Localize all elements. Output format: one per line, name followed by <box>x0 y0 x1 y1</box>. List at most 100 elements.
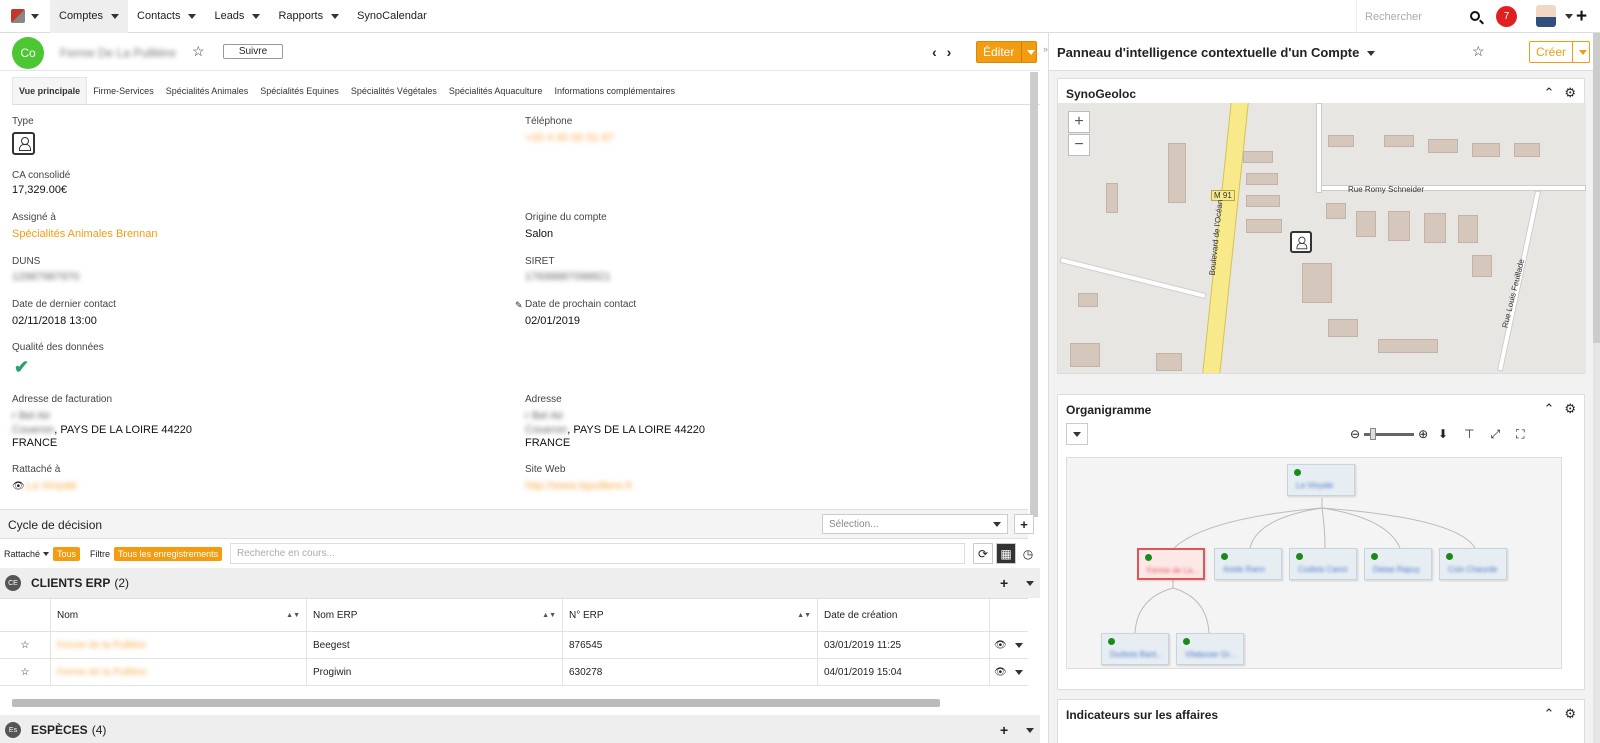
gear-icon[interactable]: ⚙ <box>1564 706 1576 722</box>
download-icon[interactable]: ⬇ <box>1438 427 1448 442</box>
grid-view-icon[interactable]: ▦ <box>996 543 1016 564</box>
eye-icon[interactable]: 👁 <box>994 667 1007 678</box>
zoom-out-button[interactable]: − <box>1068 134 1090 156</box>
col-nom-erp[interactable]: Nom ERP ▲▼ <box>306 599 562 631</box>
global-search-input[interactable]: Rechercher <box>1356 0 1482 33</box>
attached-value[interactable]: La Vinyale <box>26 480 77 492</box>
chevron-down-icon[interactable] <box>1027 49 1036 55</box>
nav-comptes[interactable]: Comptes <box>50 0 129 33</box>
add-icon[interactable]: + <box>1000 722 1008 738</box>
chevron-down-icon[interactable] <box>1579 49 1588 55</box>
previous-icon[interactable]: ‹ <box>932 44 947 60</box>
cell-nom[interactable]: Ferme de la Pullière <box>50 659 306 685</box>
app-logo-menu[interactable] <box>0 0 50 33</box>
org-node[interactable]: Durbois Bant... <box>1101 633 1169 665</box>
collapse-icon[interactable]: ⌃ <box>1543 85 1554 101</box>
create-button[interactable]: Créer <box>1529 41 1590 63</box>
favorite-star-icon[interactable]: ☆ <box>0 659 50 685</box>
refresh-icon[interactable]: ⟳ <box>973 543 993 564</box>
scrollbar[interactable] <box>1030 72 1038 517</box>
horizontal-scrollbar[interactable] <box>12 699 940 707</box>
col-date-creation[interactable]: Date de création <box>817 599 989 631</box>
eye-icon[interactable]: 👁 <box>12 481 25 492</box>
nav-leads[interactable]: Leads <box>205 0 269 33</box>
add-icon[interactable]: + <box>1576 6 1587 28</box>
col-n-erp[interactable]: N° ERP ▲▼ <box>562 599 817 631</box>
add-button[interactable]: + <box>1014 514 1034 534</box>
fit-icon[interactable]: ⤢ <box>1491 427 1501 442</box>
col-nom[interactable]: Nom ▲▼ <box>50 599 306 631</box>
tab-informations-complementaires[interactable]: Informations complémentaires <box>548 77 681 104</box>
pencil-icon[interactable]: ✎ <box>515 300 523 311</box>
notifications-badge[interactable]: 7 <box>1496 6 1517 27</box>
zoom-out-icon[interactable]: ⊖ <box>1350 427 1360 441</box>
map-view[interactable]: + − M 91 Boulevard de l'Océan Rue Romy S… <box>1058 103 1586 373</box>
web-value[interactable]: http://www.lapulliere.fr <box>525 480 633 492</box>
chevron-down-icon <box>993 522 1001 527</box>
gear-icon[interactable]: ⚙ <box>1564 85 1576 101</box>
tab-specialites-aquaculture[interactable]: Spécialités Aquaculture <box>443 77 549 104</box>
favorite-star-icon[interactable]: ☆ <box>192 43 205 60</box>
assigned-value[interactable]: Spécialités Animales Brennan <box>12 228 158 240</box>
row-name: Ferme de la Pullière <box>57 666 147 678</box>
favorite-star-icon[interactable]: ☆ <box>1472 43 1485 60</box>
records-search-input[interactable]: Recherche en cours... <box>230 543 965 564</box>
cell-nom[interactable]: Ferme de la Pullière <box>50 632 306 658</box>
context-panel-title[interactable]: Panneau d'intelligence contextuelle d'un… <box>1057 45 1376 60</box>
org-node[interactable]: Coin Chaurde <box>1439 548 1507 580</box>
hierarchy-icon[interactable]: ⊤ <box>1464 427 1474 442</box>
chevron-down-icon[interactable] <box>1565 14 1573 19</box>
all-pill[interactable]: Tous <box>53 546 81 561</box>
row-actions: 👁 <box>989 632 1028 658</box>
zoom-in-icon[interactable]: ⊕ <box>1418 427 1428 441</box>
table-row: ☆ Ferme de la Pullière Progiwin 630278 0… <box>0 659 1028 686</box>
chevron-down-icon[interactable] <box>1026 581 1034 586</box>
eye-icon[interactable]: 👁 <box>994 640 1007 651</box>
attached-filter[interactable]: Rattaché <box>0 549 53 559</box>
chevron-down-icon[interactable] <box>1026 728 1034 733</box>
org-node[interactable]: Anide Rann <box>1214 548 1282 580</box>
org-zoom-slider[interactable]: ⊖ ⊕ <box>1350 427 1428 441</box>
next-icon[interactable]: › <box>947 44 962 60</box>
nav-contacts[interactable]: Contacts <box>128 0 205 33</box>
nav-synocalendar[interactable]: SynoCalendar <box>348 0 436 33</box>
org-node[interactable]: Vilabouer Gr... <box>1176 633 1244 665</box>
add-icon[interactable]: + <box>1000 575 1008 591</box>
chevron-down-icon[interactable] <box>1014 669 1023 675</box>
org-node[interactable]: Codisis Canni <box>1289 548 1357 580</box>
map-building <box>1424 213 1446 243</box>
fullscreen-icon[interactable]: ⛶ <box>1516 427 1524 442</box>
org-node[interactable]: La Vinyale <box>1287 464 1355 496</box>
chevron-down-icon[interactable] <box>1014 642 1023 648</box>
org-chart-canvas[interactable]: La Vinyale Ferme de La... Anide Rann Cod… <box>1066 457 1562 669</box>
create-label: Créer <box>1530 42 1574 62</box>
tab-specialites-animales[interactable]: Spécialités Animales <box>160 77 255 104</box>
user-avatar[interactable] <box>1536 5 1556 27</box>
chevron-down-icon <box>43 552 50 557</box>
collapse-icon[interactable]: ⌃ <box>1543 401 1554 417</box>
tab-specialites-vegetales[interactable]: Spécialités Végétales <box>345 77 443 104</box>
account-location-marker[interactable] <box>1290 231 1312 253</box>
org-menu-button[interactable] <box>1066 423 1088 445</box>
tab-firme-services[interactable]: Firme-Services <box>87 77 160 104</box>
tab-specialites-equines[interactable]: Spécialités Equines <box>254 77 345 104</box>
scrollbar[interactable] <box>1593 33 1600 743</box>
edit-button[interactable]: Éditer <box>976 41 1037 63</box>
clock-icon[interactable]: ◷ <box>1018 543 1038 564</box>
phone-value[interactable]: +33 4 00 00 51 87 <box>525 132 614 144</box>
org-node[interactable]: Dataa Rapuy <box>1364 548 1432 580</box>
nav-rapports[interactable]: Rapports <box>269 0 348 33</box>
zoom-in-button[interactable]: + <box>1068 111 1090 133</box>
collapse-icon[interactable]: ⌃ <box>1543 706 1554 722</box>
all-records-pill[interactable]: Tous les enregistrements <box>114 546 223 561</box>
zoom-handle[interactable] <box>1370 427 1377 440</box>
gear-icon[interactable]: ⚙ <box>1564 401 1576 417</box>
search-icon[interactable] <box>1470 11 1480 21</box>
chevron-down-icon <box>31 13 39 19</box>
tab-vue-principale[interactable]: Vue principale <box>12 77 88 104</box>
cycle-select[interactable]: Sélection... <box>822 514 1008 534</box>
org-node-selected[interactable]: Ferme de La... <box>1137 548 1205 580</box>
follow-button[interactable]: Suivre <box>223 44 283 59</box>
billing-label: Adresse de facturation <box>12 394 113 405</box>
favorite-star-icon[interactable]: ☆ <box>0 632 50 658</box>
